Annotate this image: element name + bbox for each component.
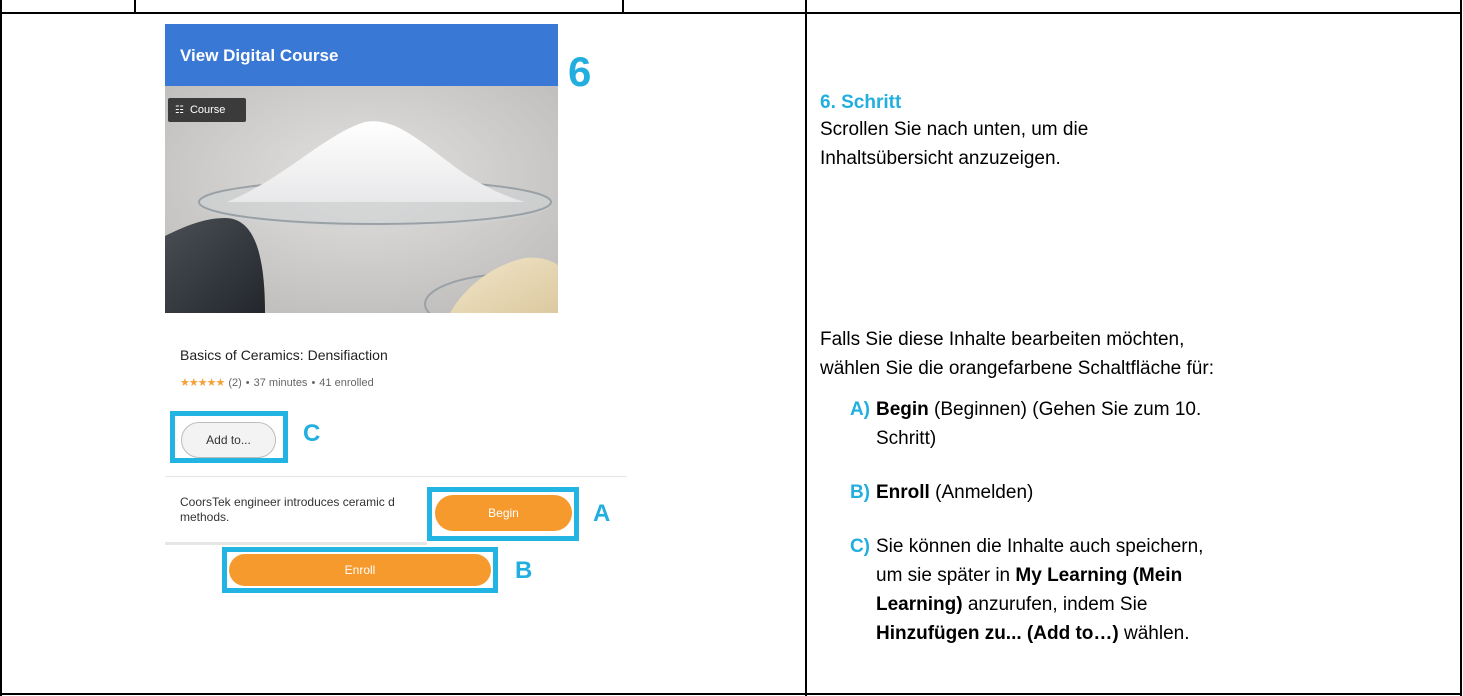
rating-count: (2)	[228, 376, 242, 389]
meta-separator: •	[245, 376, 250, 389]
marker-b: B	[515, 557, 533, 584]
option-c-line-1: Sie können die Inhalte auch speichern,	[876, 536, 1204, 557]
marker-c: C	[303, 420, 321, 447]
course-type-chip: ☷ Course	[168, 98, 246, 122]
course-duration: 37 minutes	[253, 376, 308, 389]
course-description: CoorsTek engineer introduces ceramic d m…	[180, 495, 395, 524]
course-chip-label: Course	[189, 104, 226, 116]
rating-stars: ★★★★★	[180, 377, 225, 389]
course-meta: ★★★★★ (2) • 37 minutes • 41 enrolled	[180, 376, 374, 390]
course-title: Basics of Ceramics: Densifiaction	[180, 347, 388, 363]
option-b-text: (Anmelden)	[929, 482, 1034, 503]
frame-left	[0, 0, 2, 696]
paragraph-line-1: Falls Sie diese Inhalte bearbeiten möcht…	[820, 329, 1185, 350]
paragraph-line-2: wählen Sie die orangefarbene Schaltfläch…	[820, 358, 1214, 379]
frame-right	[1460, 0, 1462, 696]
option-c-add-to: Hinzufügen zu... (Add to…)	[876, 623, 1119, 644]
course-hero-image: View Digital Course ☷ Course	[165, 24, 558, 313]
option-a-title: Begin	[876, 399, 929, 420]
option-c-learning: Learning)	[876, 594, 963, 615]
option-a-label: A)	[849, 399, 870, 420]
frame-divider	[805, 0, 807, 696]
meta-separator: •	[311, 376, 316, 389]
course-chip-icon: ☷	[175, 104, 184, 116]
option-c-label: C)	[849, 536, 870, 557]
callout-box-b	[222, 547, 498, 593]
marker-a: A	[593, 500, 611, 527]
option-b-title: Enroll	[876, 482, 930, 503]
frame-tick-2	[622, 0, 624, 12]
callout-box-a	[427, 487, 579, 541]
option-c-line-2: um sie später in	[876, 565, 1016, 586]
option-a: A) Begin (Beginnen) (Gehen Sie zum 10. S…	[850, 395, 1416, 453]
option-c-line-4: wählen.	[1118, 623, 1190, 644]
frame-tick-1	[134, 0, 136, 12]
callout-box-c	[170, 411, 288, 463]
frame-top	[0, 12, 1462, 14]
intro-line-2: Inhaltsübersicht anzuzeigen.	[820, 148, 1061, 169]
step-heading: 6. Schritt	[820, 92, 902, 113]
header-bar: View Digital Course	[165, 24, 558, 86]
step-number: 6	[568, 48, 592, 95]
option-b: B) Enroll (Anmelden)	[850, 478, 1416, 507]
divider	[165, 542, 427, 545]
option-c-my-learning: My Learning (Mein	[1015, 565, 1183, 586]
intro-line-1: Scrollen Sie nach unten, um die	[820, 119, 1089, 140]
header-title: View Digital Course	[180, 46, 339, 65]
enrolled-count: 41 enrolled	[319, 376, 374, 389]
option-a-text-2: Schritt)	[876, 428, 937, 449]
option-a-text: (Beginnen) (Gehen Sie zum 10.	[928, 399, 1202, 420]
option-b-label: B)	[849, 482, 870, 503]
frame-bottom	[0, 693, 1462, 695]
option-c: C) Sie können die Inhalte auch speichern…	[850, 532, 1416, 648]
option-c-line-3: anzurufen, indem Sie	[962, 594, 1148, 615]
